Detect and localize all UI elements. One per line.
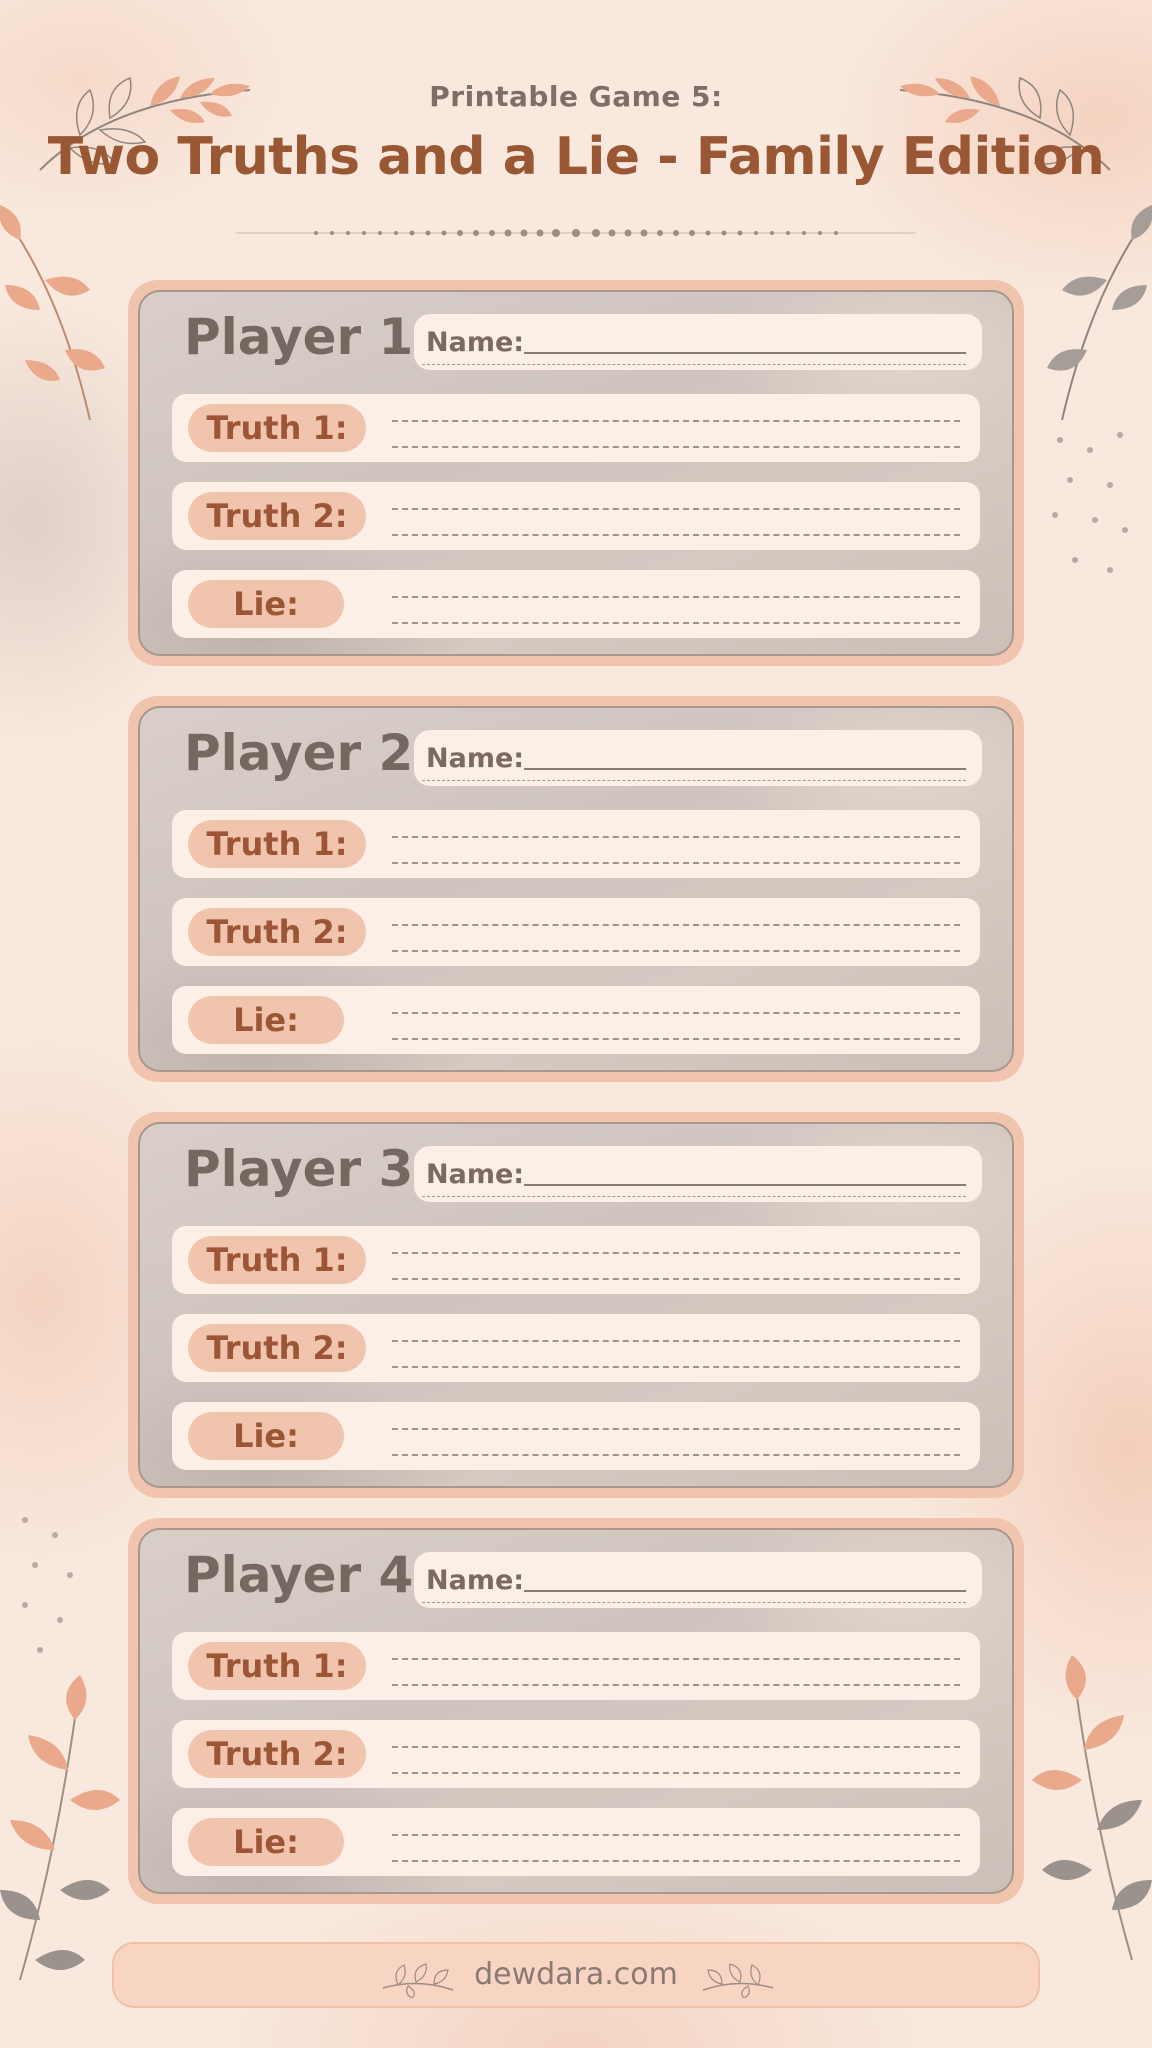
lie-label: Lie: [188,1412,344,1460]
leaf-branch-bottom-right-icon [1032,1655,1152,1961]
truth-2-field[interactable]: Truth 2: [172,1720,980,1788]
player-title: Player 2 [184,724,414,782]
footer-sprig-right-icon [702,1963,774,1998]
player-card-4: Player 4 Name: Truth 1: Truth 2: Lie: [128,1518,1024,1904]
truth-2-label: Truth 2: [188,492,366,540]
truth-1-field[interactable]: Truth 1: [172,1226,980,1294]
lie-field[interactable]: Lie: [172,1402,980,1470]
lie-field[interactable]: Lie: [172,986,980,1054]
footer-sprig-left-icon [382,1963,454,1998]
truth-1-label: Truth 1: [188,1642,366,1690]
dot-texture-right-icon [1052,432,1128,573]
header: Printable Game 5: Two Truths and a Lie -… [0,80,1152,187]
name-label: Name: [426,1159,525,1190]
player-title: Player 1 [184,308,414,366]
footer-site-text: dewdara.com [474,1957,678,1992]
truth-2-field[interactable]: Truth 2: [172,1314,980,1382]
player-card-2: Player 2 Name: Truth 1: Truth 2: Lie: [128,696,1024,1082]
truth-1-field[interactable]: Truth 1: [172,810,980,878]
lie-field[interactable]: Lie: [172,1808,980,1876]
name-field[interactable]: Name: [414,730,982,786]
name-label: Name: [426,327,525,358]
truth-2-label: Truth 2: [188,1730,366,1778]
page-title: Two Truths and a Lie - Family Edition [47,127,1105,187]
truth-2-label: Truth 2: [188,908,366,956]
truth-1-label: Truth 1: [188,1236,366,1284]
lie-field[interactable]: Lie: [172,570,980,638]
name-label: Name: [426,1565,525,1596]
footer-banner: dewdara.com [112,1942,1040,2008]
player-title: Player 4 [184,1546,414,1604]
name-field[interactable]: Name: [414,314,982,370]
name-label: Name: [426,743,525,774]
player-card-1: Player 1 Name: Truth 1: Truth 2: Lie: [128,280,1024,666]
truth-1-label: Truth 1: [188,404,366,452]
leaf-branch-right-icon [1047,205,1152,421]
dotted-divider [236,229,916,237]
dot-texture-left-icon [22,1517,73,1653]
lie-label: Lie: [188,1818,344,1866]
name-field[interactable]: Name: [414,1146,982,1202]
leaf-branch-left-icon [0,205,105,421]
player-title: Player 3 [184,1140,414,1198]
page-subtitle: Printable Game 5: [429,80,723,113]
truth-2-field[interactable]: Truth 2: [172,482,980,550]
name-field[interactable]: Name: [414,1552,982,1608]
truth-1-field[interactable]: Truth 1: [172,1632,980,1700]
truth-2-label: Truth 2: [188,1324,366,1372]
truth-1-field[interactable]: Truth 1: [172,394,980,462]
leaf-branch-bottom-left-icon [0,1675,120,1981]
truth-1-label: Truth 1: [188,820,366,868]
truth-2-field[interactable]: Truth 2: [172,898,980,966]
lie-label: Lie: [188,996,344,1044]
player-card-3: Player 3 Name: Truth 1: Truth 2: Lie: [128,1112,1024,1498]
lie-label: Lie: [188,580,344,628]
